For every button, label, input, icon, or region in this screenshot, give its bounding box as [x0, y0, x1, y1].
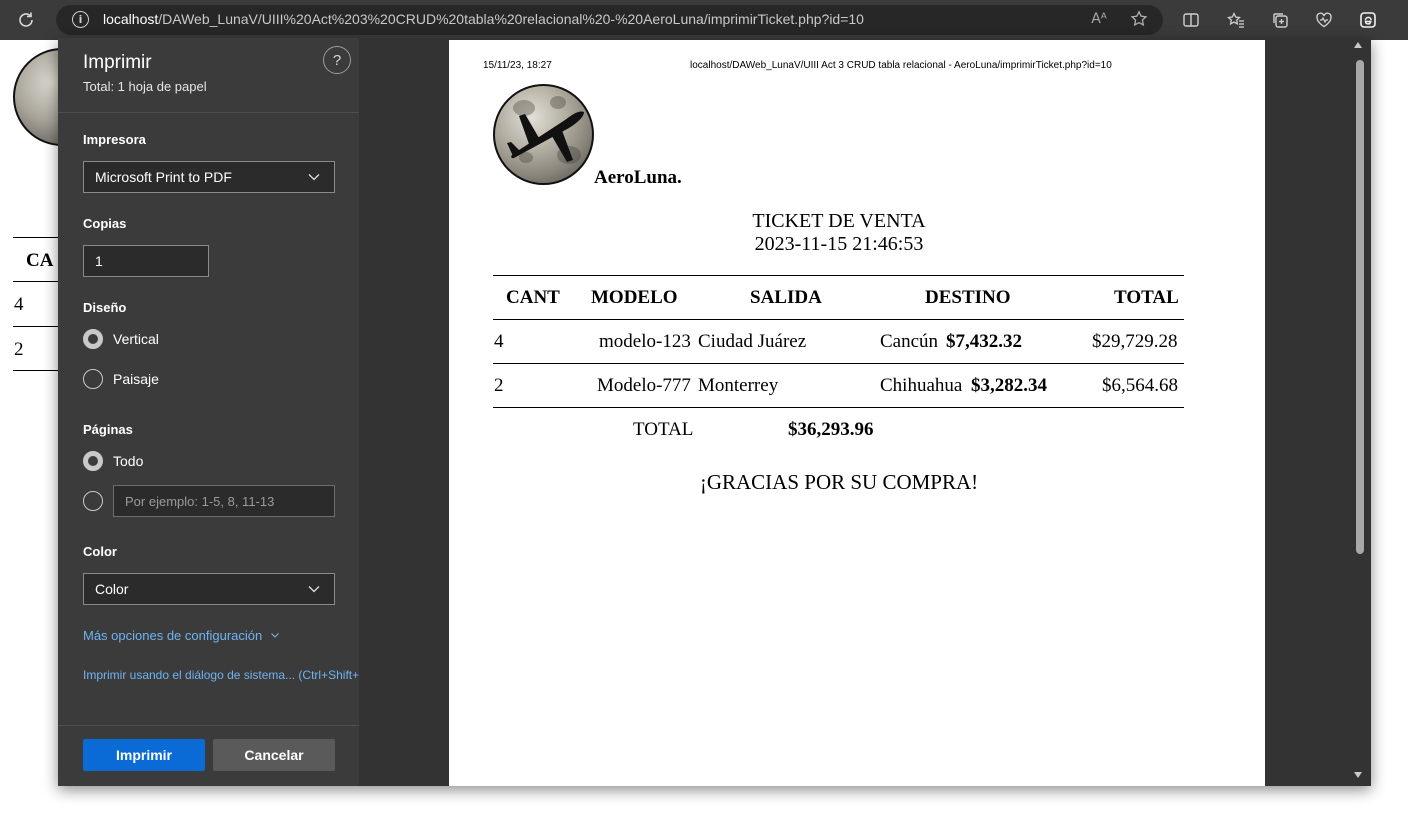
scroll-thumb[interactable] — [1356, 60, 1364, 554]
print-dialog: Imprimir Total: 1 hoja de papel ? Impres… — [58, 38, 1371, 786]
copies-label: Copias — [83, 216, 127, 231]
layout-landscape-radio[interactable] — [83, 369, 103, 389]
layout-landscape-label[interactable]: Paisaje — [113, 371, 159, 387]
edge-copilot-icon[interactable] — [1356, 8, 1380, 32]
table-rule — [493, 407, 1184, 408]
brand-name: AeroLuna. — [594, 167, 682, 188]
color-value: Color — [95, 581, 129, 597]
browser-toolbar: i localhost/DAWeb_LunaV/UIII%20Act%203%2… — [0, 0, 1408, 40]
site-info-icon[interactable]: i — [72, 11, 89, 28]
collections-icon[interactable] — [1268, 8, 1292, 32]
table-rule — [493, 275, 1184, 276]
print-settings-panel: Imprimir Total: 1 hoja de papel ? Impres… — [58, 38, 359, 786]
table-rule — [493, 319, 1184, 320]
read-aloud-icon[interactable]: Aᴬ — [1088, 8, 1110, 30]
cancel-button[interactable]: Cancelar — [213, 739, 335, 771]
total-label: TOTAL — [633, 419, 694, 440]
preview-scrollbar[interactable] — [1348, 38, 1371, 786]
scroll-down-icon[interactable] — [1354, 772, 1362, 778]
print-button[interactable]: Imprimir — [83, 739, 205, 771]
column-header-cant: CANT — [506, 287, 560, 308]
dialog-title: Imprimir — [83, 52, 152, 73]
airplane-icon — [507, 111, 584, 162]
table-header-cant-partial: CA — [26, 250, 54, 271]
column-header-salida: SALIDA — [750, 287, 822, 308]
total-value: $36,293.96 — [788, 419, 874, 440]
cell-cant: 2 — [494, 375, 504, 396]
more-settings-label: Más opciones de configuración — [83, 628, 263, 643]
scroll-up-icon[interactable] — [1354, 42, 1362, 48]
reload-icon[interactable] — [14, 8, 38, 32]
layout-vertical-label[interactable]: Vertical — [113, 331, 159, 347]
chevron-down-icon — [308, 586, 320, 593]
system-dialog-link[interactable]: Imprimir usando el diálogo de sistema...… — [83, 668, 359, 682]
pages-all-label[interactable]: Todo — [113, 453, 143, 469]
copies-input[interactable]: 1 — [83, 245, 209, 277]
ticket-title: TICKET DE VENTA — [752, 210, 926, 232]
cell-salida: Monterrey — [698, 375, 779, 396]
cell-destino: Chihuahua — [880, 375, 963, 396]
chevron-down-icon — [308, 174, 320, 181]
favorite-star-icon[interactable] — [1128, 8, 1150, 30]
pages-range-input[interactable]: Por ejemplo: 1-5, 8, 11-13 — [113, 485, 335, 517]
cell-modelo: modelo-123 — [599, 331, 691, 352]
cell-precio: $3,282.34 — [971, 375, 1047, 396]
printer-value: Microsoft Print to PDF — [95, 169, 232, 185]
thanks-message: ¡GRACIAS POR SU COMPRA! — [699, 470, 979, 494]
table-rule — [13, 237, 59, 238]
color-select[interactable]: Color — [83, 573, 335, 605]
more-settings-link[interactable]: Más opciones de configuración — [83, 628, 280, 643]
print-header-url: localhost/DAWeb_LunaV/UIII Act 3 CRUD ta… — [690, 60, 1112, 71]
ticket-datetime: 2023-11-15 21:46:53 — [754, 233, 924, 255]
cell-total: $29,729.28 — [1092, 331, 1178, 352]
cell-cant: 4 — [494, 331, 504, 352]
print-header-date: 15/11/23, 18:27 — [483, 60, 552, 71]
pages-custom-radio[interactable] — [83, 491, 103, 511]
pages-label: Páginas — [83, 422, 133, 437]
aeroluna-logo — [493, 84, 594, 185]
browser-essentials-icon[interactable] — [1312, 8, 1336, 32]
sheet-count: Total: 1 hoja de papel — [83, 79, 207, 94]
table-rule — [493, 363, 1184, 364]
dialog-actions: Imprimir Cancelar — [58, 725, 359, 786]
layout-label: Diseño — [83, 300, 127, 315]
column-header-modelo: MODELO — [591, 287, 678, 308]
cell-salida: Ciudad Juárez — [698, 331, 807, 352]
table-rule — [13, 370, 59, 371]
table-cell: 4 — [14, 294, 24, 315]
layout-vertical-radio[interactable] — [83, 329, 103, 349]
column-header-destino: DESTINO — [925, 287, 1011, 308]
chevron-down-icon — [270, 633, 279, 638]
printer-label: Impresora — [83, 132, 146, 147]
help-icon[interactable]: ? — [323, 46, 351, 74]
table-rule — [13, 281, 59, 282]
cell-precio: $7,432.32 — [946, 331, 1022, 352]
print-preview-page: 15/11/23, 18:27 localhost/DAWeb_LunaV/UI… — [449, 40, 1265, 786]
split-screen-icon[interactable] — [1179, 8, 1203, 32]
table-rule — [13, 326, 59, 327]
table-cell: 2 — [14, 339, 24, 360]
cell-modelo: Modelo-777 — [597, 375, 691, 396]
column-header-total: TOTAL — [1114, 287, 1179, 308]
color-label: Color — [83, 544, 117, 559]
pages-all-radio[interactable] — [83, 451, 103, 471]
cell-total: $6,564.68 — [1102, 375, 1178, 396]
divider — [58, 112, 359, 113]
favorites-icon[interactable] — [1224, 8, 1248, 32]
address-url[interactable]: localhost/DAWeb_LunaV/UIII%20Act%203%20C… — [103, 11, 864, 27]
system-dialog-link-wrapper: Imprimir usando el diálogo de sistema...… — [83, 664, 359, 683]
cell-destino: Cancún — [880, 331, 939, 352]
printer-select[interactable]: Microsoft Print to PDF — [83, 161, 335, 193]
